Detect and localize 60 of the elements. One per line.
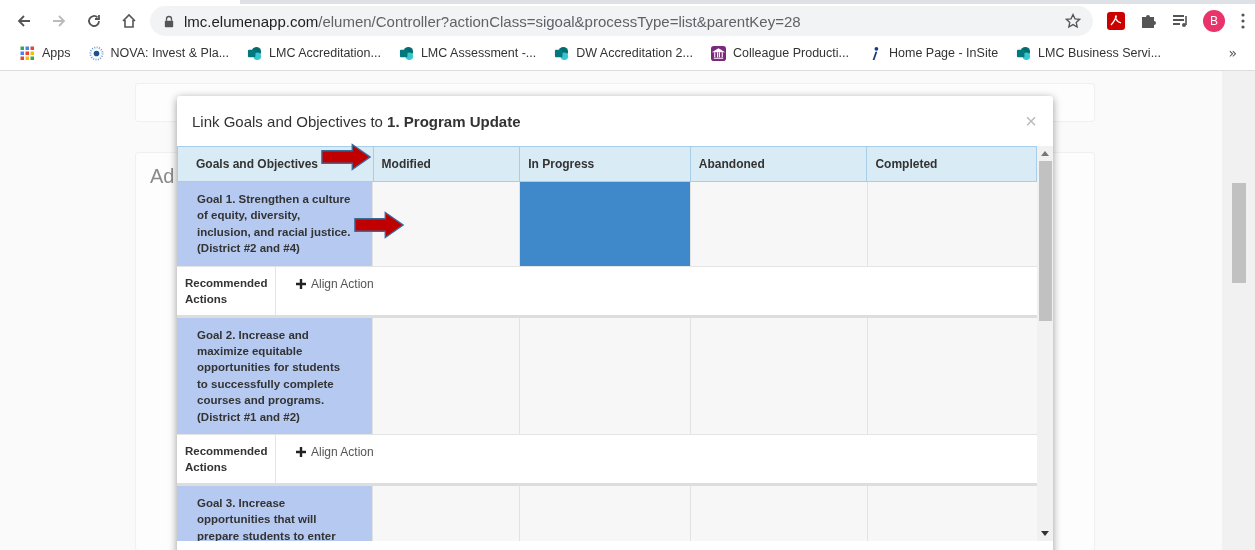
status-cell[interactable] <box>867 182 1037 266</box>
status-cell[interactable] <box>372 317 519 435</box>
actions-label: Recommended Actions <box>177 435 276 484</box>
bookmark[interactable]: DW Accreditation 2... <box>554 45 693 61</box>
scroll-up-icon[interactable] <box>1041 151 1049 156</box>
sharepoint-icon <box>1016 45 1032 61</box>
forward-icon[interactable] <box>51 13 67 29</box>
column-header: Completed <box>875 157 938 171</box>
bookmark[interactable]: LMC Accreditation... <box>247 45 381 61</box>
arrow-annotation <box>321 143 371 171</box>
column-header: In Progress <box>528 157 595 171</box>
table-scrollbar[interactable] <box>1037 146 1053 541</box>
puzzle-icon[interactable] <box>1139 12 1157 30</box>
bookmark[interactable]: Colleague Producti... <box>710 45 849 61</box>
goal-cell: Goal 2. Increase and maximize equitable opportunities for students to successfully complete courses and programs. (District #1 and #2) <box>177 317 372 435</box>
address-bar[interactable]: lmc.elumenapp.com/elumen/Controller?actionClass=sigoal&processType=list&parentKey=28 <box>150 6 1093 36</box>
column-header: Modified <box>381 157 431 171</box>
back-icon[interactable] <box>16 13 32 29</box>
scroll-down-icon[interactable] <box>1041 531 1049 536</box>
bookmark[interactable]: LMC Assessment -... <box>398 45 537 61</box>
apps-grid-icon <box>20 45 35 61</box>
status-cell[interactable] <box>519 182 690 266</box>
actions-label: Recommended Actions <box>177 266 276 315</box>
status-cell[interactable] <box>690 182 867 266</box>
star-icon[interactable] <box>1065 13 1081 29</box>
more-bookmarks[interactable]: » <box>1228 45 1237 61</box>
plus-icon <box>296 447 306 458</box>
page-scrollbar[interactable] <box>1222 71 1255 550</box>
goal-cell: Goal 1. Strengthen a culture of equity, diversity, inclusion, and racial justice. (District #2 and #4) <box>177 182 372 266</box>
reload-icon[interactable] <box>86 13 102 29</box>
sharepoint-icon <box>398 45 414 61</box>
status-cell[interactable] <box>519 486 690 541</box>
home-icon[interactable] <box>121 13 137 29</box>
pdf-icon[interactable] <box>1107 12 1125 30</box>
lock-icon <box>164 14 174 28</box>
column-header: Abandoned <box>698 157 765 171</box>
arrow-annotation <box>354 211 404 239</box>
plus-icon <box>296 278 306 289</box>
status-cell[interactable] <box>372 486 519 541</box>
modal-title: Link Goals and Objectives to 1. Program Update <box>192 112 521 130</box>
sharepoint-icon <box>554 45 570 61</box>
bookmark[interactable]: Home Page - InSite <box>867 45 999 61</box>
profile-avatar[interactable]: B <box>1203 10 1225 32</box>
building-icon <box>710 45 726 61</box>
status-cell[interactable] <box>867 486 1037 541</box>
column-header: Goals and Objectives <box>196 157 319 171</box>
align-action-link[interactable]: Align Action <box>296 445 374 460</box>
bookmark[interactable]: Apps <box>20 45 71 61</box>
status-cell[interactable] <box>867 317 1037 435</box>
menu-icon[interactable] <box>1241 13 1245 29</box>
align-action-link[interactable]: Align Action <box>296 276 374 291</box>
status-cell[interactable] <box>690 317 867 435</box>
playlist-icon[interactable] <box>1171 12 1189 30</box>
status-cell[interactable] <box>690 486 867 541</box>
bookmark[interactable]: NOVA: Invest & Pla... <box>88 45 230 61</box>
sunburst-icon <box>88 45 104 61</box>
bookmark[interactable]: LMC Business Servi... <box>1016 45 1162 61</box>
status-cell[interactable] <box>519 317 690 435</box>
sharepoint-icon <box>247 45 263 61</box>
status-cell[interactable] <box>372 182 519 266</box>
